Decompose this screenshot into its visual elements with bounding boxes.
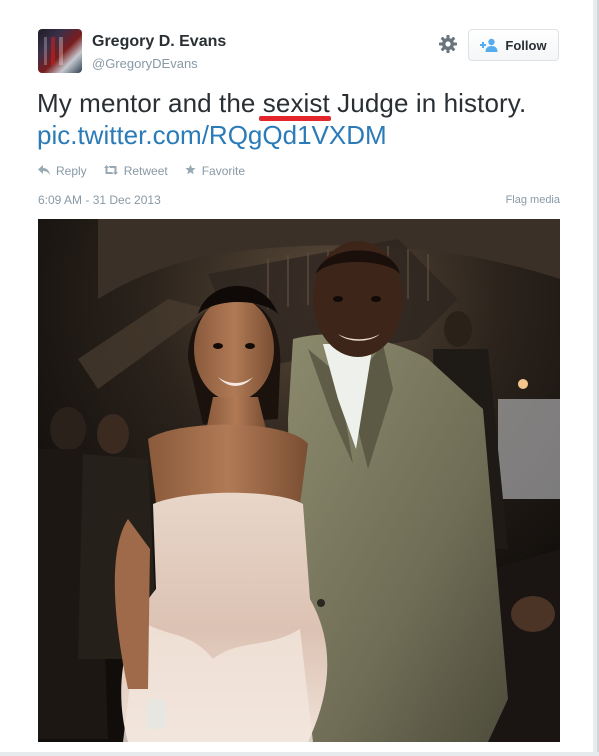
tweet-text-start: My mentor and the — [37, 88, 263, 118]
retweet-button[interactable]: Retweet — [103, 164, 168, 178]
misspelled-word: sexist — [262, 88, 330, 118]
window-bottom-border — [0, 752, 599, 756]
reply-button[interactable]: Reply — [38, 164, 87, 178]
tweet-text-end: Judge in history. — [329, 88, 527, 118]
favorite-label: Favorite — [201, 164, 246, 178]
follow-label: Follow — [505, 37, 547, 53]
follow-button[interactable]: Follow — [468, 29, 559, 61]
add-user-icon — [480, 38, 498, 52]
author-handle[interactable]: @GregoryDEvans — [92, 56, 198, 71]
gear-icon[interactable] — [438, 34, 458, 54]
favorite-button[interactable]: Favorite — [185, 164, 245, 178]
tweet-timestamp[interactable]: 6:09 AM - 31 Dec 2013 — [38, 193, 161, 207]
tweet-photo-image — [38, 219, 560, 742]
retweet-icon — [103, 164, 118, 178]
author-avatar[interactable] — [38, 29, 82, 73]
favorite-star-icon — [185, 164, 196, 178]
tweet-text: My mentor and the sexist Judge in histor… — [37, 88, 526, 119]
reply-icon — [38, 164, 50, 178]
window-right-border — [593, 0, 599, 756]
author-name[interactable]: Gregory D. Evans — [92, 33, 226, 51]
retweet-label: Retweet — [123, 164, 168, 178]
tweet-photo[interactable] — [38, 219, 560, 742]
flag-media-link[interactable]: Flag media — [506, 194, 560, 206]
tweet-photo-link[interactable]: pic.twitter.com/RQgQd1VXDM — [37, 120, 387, 151]
reply-label: Reply — [56, 164, 87, 178]
tweet-actions: Reply Retweet Favorite — [38, 164, 245, 178]
